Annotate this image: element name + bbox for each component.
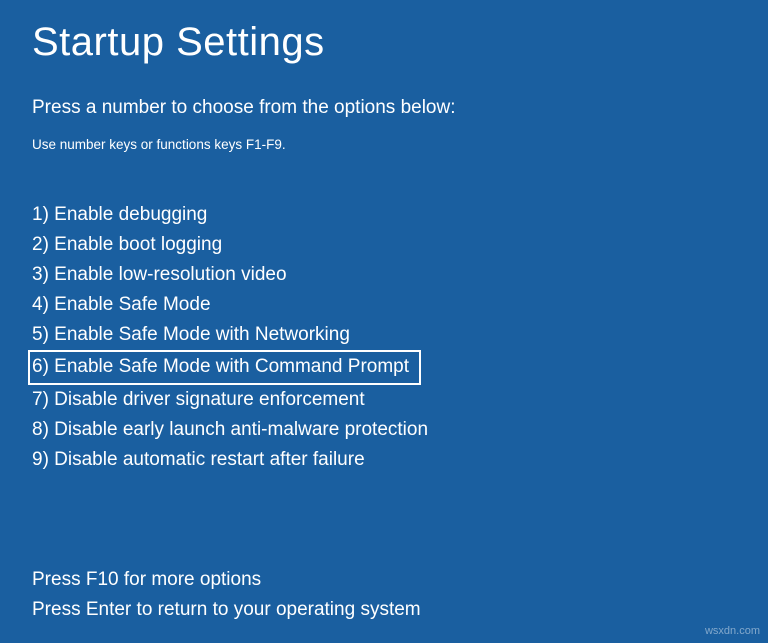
option-3[interactable]: 3) Enable low-resolution video xyxy=(32,260,287,290)
option-4[interactable]: 4) Enable Safe Mode xyxy=(32,290,211,320)
option-5[interactable]: 5) Enable Safe Mode with Networking xyxy=(32,320,350,350)
options-list: 1) Enable debugging 2) Enable boot loggi… xyxy=(32,200,736,475)
option-2[interactable]: 2) Enable boot logging xyxy=(32,230,222,260)
option-8[interactable]: 8) Disable early launch anti-malware pro… xyxy=(32,415,428,445)
footer-return: Press Enter to return to your operating … xyxy=(32,595,736,624)
option-7[interactable]: 7) Disable driver signature enforcement xyxy=(32,385,365,415)
page-title: Startup Settings xyxy=(32,20,736,65)
footer-instructions: Press F10 for more options Press Enter t… xyxy=(32,565,736,624)
footer-more-options: Press F10 for more options xyxy=(32,565,736,594)
option-9[interactable]: 9) Disable automatic restart after failu… xyxy=(32,445,365,475)
option-6[interactable]: 6) Enable Safe Mode with Command Prompt xyxy=(28,350,421,385)
option-1[interactable]: 1) Enable debugging xyxy=(32,200,207,230)
startup-settings-screen: Startup Settings Press a number to choos… xyxy=(0,0,768,624)
watermark: wsxdn.com xyxy=(705,625,760,637)
key-hint: Use number keys or functions keys F1-F9. xyxy=(32,137,736,152)
instruction-subtitle: Press a number to choose from the option… xyxy=(32,97,736,119)
